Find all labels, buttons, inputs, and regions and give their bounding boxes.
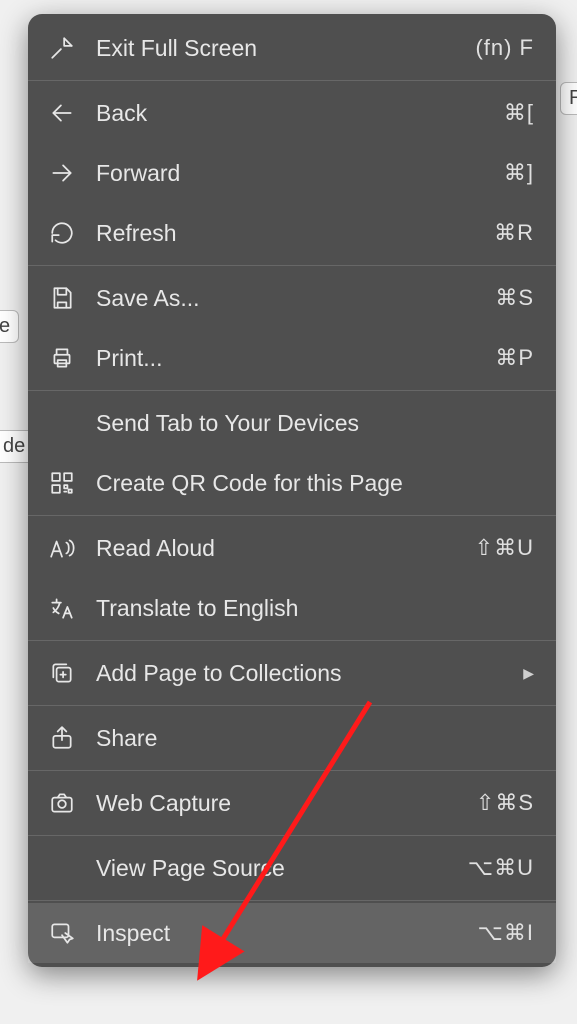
save-icon xyxy=(46,282,78,314)
print-icon xyxy=(46,342,78,374)
share-icon xyxy=(46,722,78,754)
qr-code-icon xyxy=(46,467,78,499)
menu-item-label: Translate to English xyxy=(96,595,534,622)
inspect-icon xyxy=(46,917,78,949)
bg-fragment: RI xyxy=(560,82,577,115)
menu-item-label: Forward xyxy=(96,160,486,187)
menu-item-label: Exit Full Screen xyxy=(96,35,457,62)
menu-item-shortcut: ⇧⌘S xyxy=(476,790,534,816)
menu-item-back[interactable]: Back ⌘[ xyxy=(28,83,556,143)
menu-item-view-source[interactable]: View Page Source ⌥⌘U xyxy=(28,838,556,898)
blank-icon xyxy=(46,852,78,884)
menu-item-read-aloud[interactable]: Read Aloud ⇧⌘U xyxy=(28,518,556,578)
menu-item-create-qr[interactable]: Create QR Code for this Page xyxy=(28,453,556,513)
menu-separator xyxy=(28,770,556,771)
menu-item-save-as[interactable]: Save As... ⌘S xyxy=(28,268,556,328)
menu-item-label: Print... xyxy=(96,345,477,372)
exit-fullscreen-icon xyxy=(46,32,78,64)
menu-item-shortcut: (fn) F xyxy=(475,35,534,61)
menu-item-translate[interactable]: Translate to English xyxy=(28,578,556,638)
menu-item-label: Add Page to Collections xyxy=(96,660,505,687)
menu-item-shortcut: ⌘[ xyxy=(504,100,534,126)
forward-arrow-icon xyxy=(46,157,78,189)
translate-icon xyxy=(46,592,78,624)
menu-separator xyxy=(28,900,556,901)
menu-item-label: Send Tab to Your Devices xyxy=(96,410,534,437)
menu-item-refresh[interactable]: Refresh ⌘R xyxy=(28,203,556,263)
menu-item-shortcut: ⌘R xyxy=(494,220,534,246)
menu-item-shortcut: ⌥⌘I xyxy=(478,920,534,946)
menu-item-label: Read Aloud xyxy=(96,535,457,562)
menu-item-exit-full-screen[interactable]: Exit Full Screen (fn) F xyxy=(28,18,556,78)
menu-item-shortcut: ⌥⌘U xyxy=(468,855,534,881)
menu-item-label: Refresh xyxy=(96,220,476,247)
menu-item-shortcut: ⇧⌘U xyxy=(475,535,534,561)
back-arrow-icon xyxy=(46,97,78,129)
menu-item-forward[interactable]: Forward ⌘] xyxy=(28,143,556,203)
menu-separator xyxy=(28,390,556,391)
menu-item-label: Back xyxy=(96,100,486,127)
menu-separator xyxy=(28,80,556,81)
menu-separator xyxy=(28,265,556,266)
menu-item-label: Save As... xyxy=(96,285,477,312)
menu-item-shortcut: ⌘P xyxy=(495,345,534,371)
menu-item-inspect[interactable]: Inspect ⌥⌘I xyxy=(28,903,556,963)
menu-separator xyxy=(28,515,556,516)
menu-item-print[interactable]: Print... ⌘P xyxy=(28,328,556,388)
menu-separator xyxy=(28,835,556,836)
menu-item-label: Create QR Code for this Page xyxy=(96,470,534,497)
collections-icon xyxy=(46,657,78,689)
menu-item-share[interactable]: Share xyxy=(28,708,556,768)
menu-separator xyxy=(28,640,556,641)
context-menu: Exit Full Screen (fn) F Back ⌘[ Forward … xyxy=(28,14,556,967)
submenu-arrow-icon: ▶ xyxy=(523,665,534,682)
menu-item-add-collections[interactable]: Add Page to Collections ▶ xyxy=(28,643,556,703)
menu-item-web-capture[interactable]: Web Capture ⇧⌘S xyxy=(28,773,556,833)
menu-item-label: View Page Source xyxy=(96,855,450,882)
read-aloud-icon xyxy=(46,532,78,564)
bg-fragment: e xyxy=(0,310,19,343)
menu-item-send-tab[interactable]: Send Tab to Your Devices xyxy=(28,393,556,453)
menu-item-label: Web Capture xyxy=(96,790,458,817)
menu-item-label: Inspect xyxy=(96,920,460,947)
menu-item-shortcut: ⌘S xyxy=(495,285,534,311)
refresh-icon xyxy=(46,217,78,249)
menu-item-label: Share xyxy=(96,725,534,752)
camera-icon xyxy=(46,787,78,819)
menu-separator xyxy=(28,705,556,706)
blank-icon xyxy=(46,407,78,439)
menu-item-shortcut: ⌘] xyxy=(504,160,534,186)
